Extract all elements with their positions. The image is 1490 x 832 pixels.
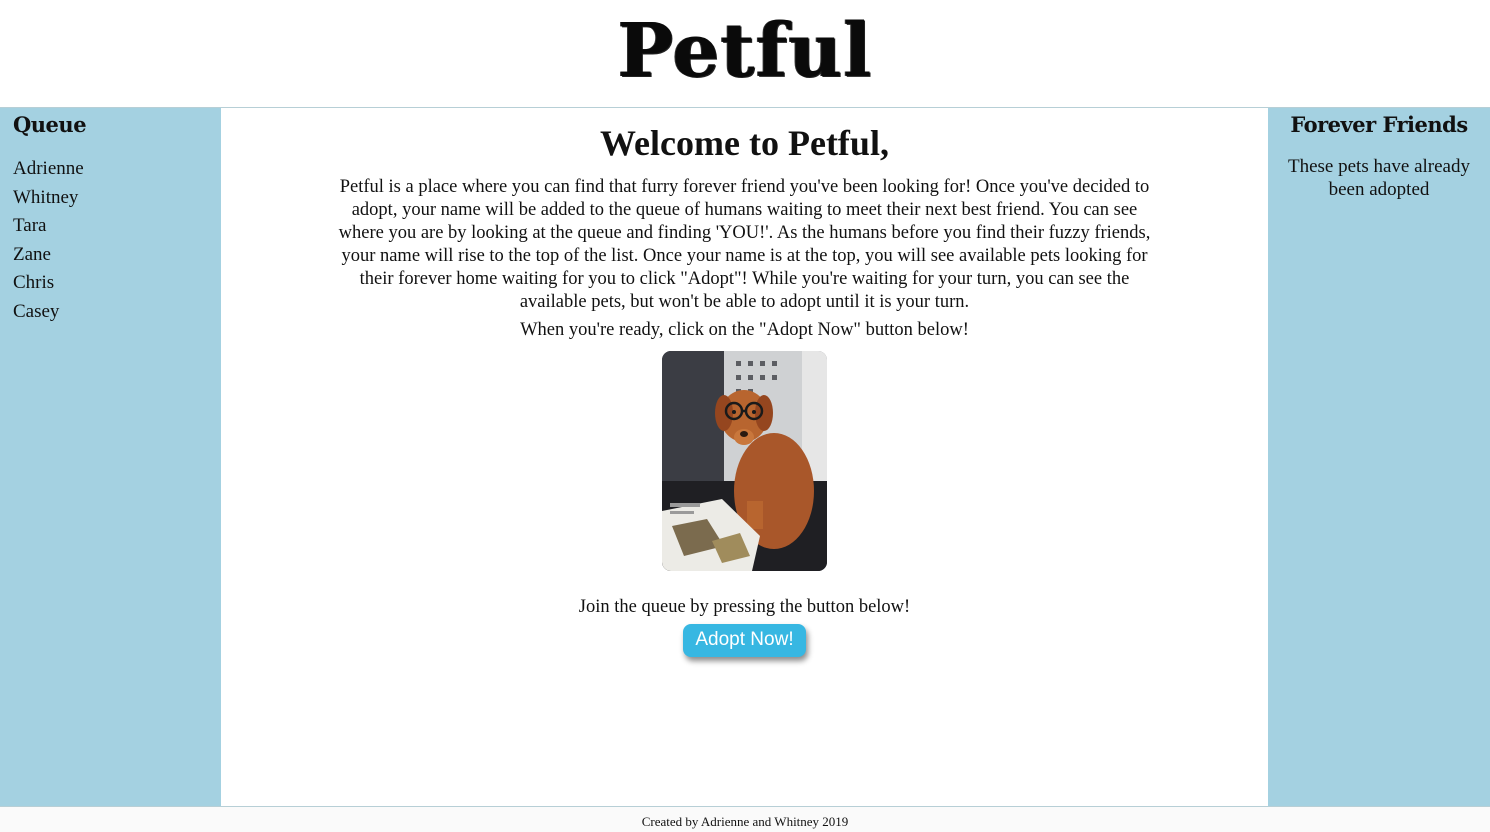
site-header: Petful	[0, 0, 1490, 108]
queue-person: Whitney	[13, 186, 79, 208]
dog-with-glasses-image	[662, 351, 827, 571]
forever-friends-title: Forever Friends	[1290, 112, 1468, 137]
adopt-now-button[interactable]: Adopt Now!	[683, 624, 806, 657]
join-text: Join the queue by pressing the button be…	[578, 597, 911, 617]
footer-credit: Created by Adrienne and Whitney 2019	[641, 814, 849, 829]
queue-person: Zane	[13, 243, 51, 265]
queue-person: Casey	[13, 300, 60, 322]
main-content: Welcome to Petful, Petful is a place whe…	[221, 108, 1268, 806]
intro-paragraph: Petful is a place where you can find tha…	[338, 177, 1151, 312]
queue-person: Tara	[13, 215, 47, 237]
adopted-description: These pets have already been adopted	[1288, 156, 1470, 200]
queue-title: Queue	[13, 112, 87, 137]
site-logo: Petful	[617, 7, 873, 94]
welcome-heading: Welcome to Petful,	[600, 123, 889, 163]
ready-text: When you're ready, click on the "Adopt N…	[520, 320, 969, 340]
queue-person: Adrienne	[13, 158, 84, 179]
queue-list: Adrienne Whitney Tara Zane Chris Casey	[13, 155, 208, 327]
site-footer: Created by Adrienne and Whitney 2019	[0, 806, 1490, 832]
adopted-sidebar: Forever Friends These pets have already …	[1268, 108, 1490, 806]
queue-person: Chris	[13, 272, 55, 294]
queue-sidebar: Queue Adrienne Whitney Tara Zane Chris C…	[0, 108, 221, 806]
page-layout: Queue Adrienne Whitney Tara Zane Chris C…	[0, 108, 1490, 806]
